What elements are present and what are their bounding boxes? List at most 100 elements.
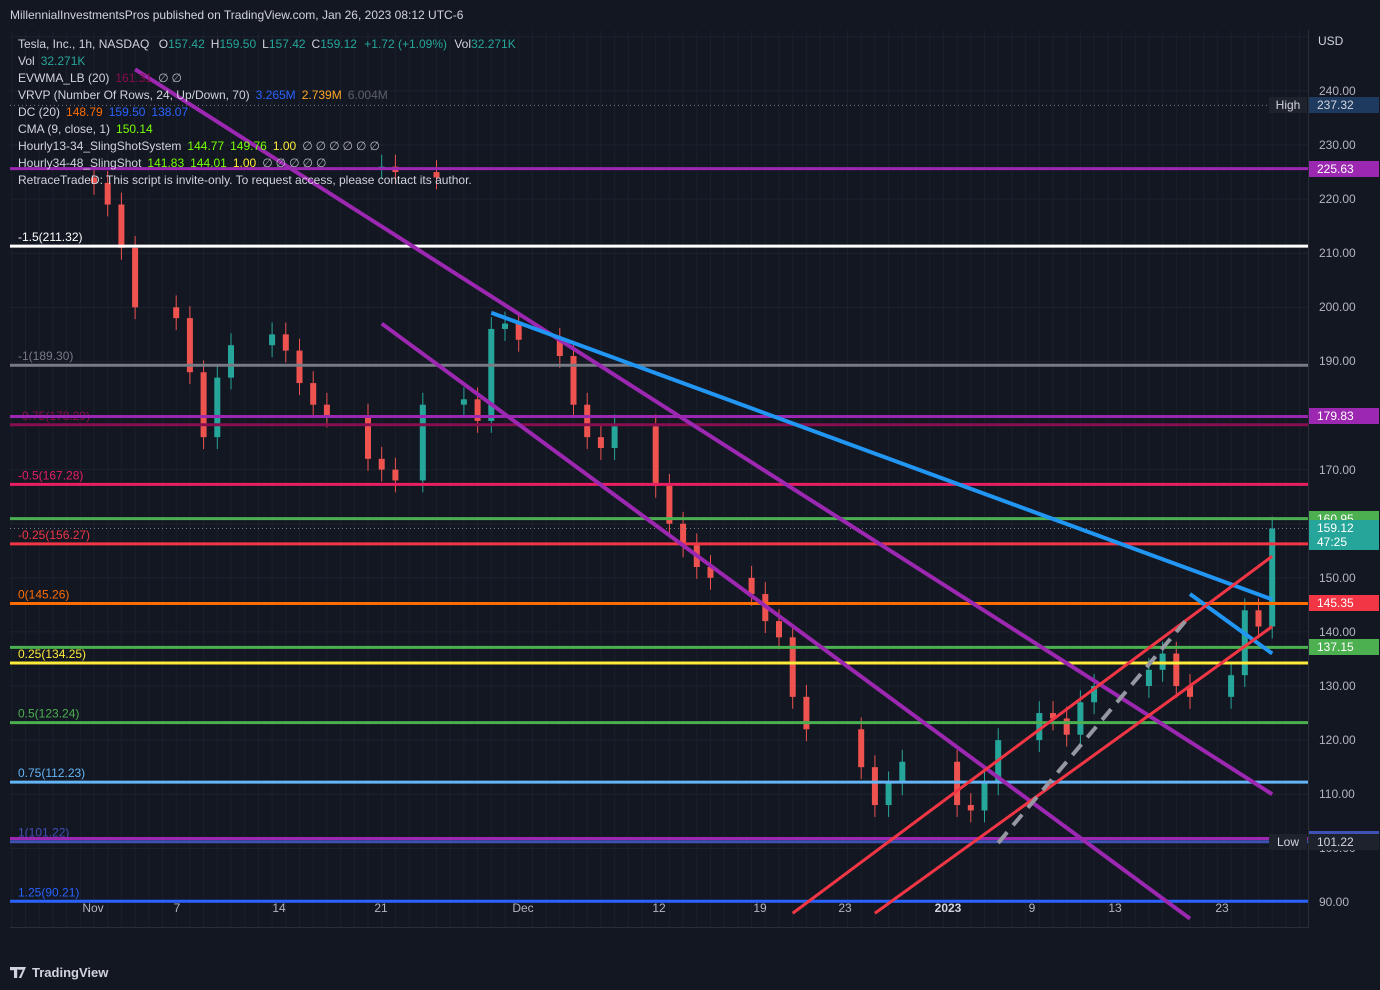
y-axis-tick-label: 130.00 — [1319, 679, 1356, 694]
candle-body — [214, 377, 221, 438]
ohlc-key: L — [262, 37, 269, 51]
fib-level-label: -1(189.30) — [18, 349, 73, 363]
x-axis-tick-label: 12 — [652, 901, 666, 915]
indicator-row[interactable]: DC (20) 148.79 159.50 138.07 — [18, 104, 516, 121]
candle-body — [118, 204, 125, 248]
indicator-row[interactable]: CMA (9, close, 1) 150.14 — [18, 121, 516, 138]
candle-body — [1255, 610, 1262, 627]
hidden-values-icon: ∅∅∅∅∅ — [262, 156, 330, 170]
trendline-purple-lower — [380, 321, 1192, 921]
indicator-name: Hourly34-48_SlingShot — [18, 156, 142, 170]
candle-body — [899, 761, 906, 784]
candle-body — [365, 415, 371, 459]
y-axis-tick-label: 220.00 — [1319, 192, 1356, 207]
y-axis-tick-label: 140.00 — [1319, 624, 1356, 639]
fib-level-label: 0.5(123.24) — [18, 707, 79, 721]
candle-body — [858, 729, 865, 768]
indicator-name: DC (20) — [18, 105, 61, 119]
indicator-row[interactable]: Hourly34-48_SlingShot 141.83 144.01 1.00 ∅∅∅… — [18, 155, 516, 172]
x-axis-tick-label: 13 — [1108, 901, 1122, 915]
indicator-row[interactable]: Vol 32.271K — [18, 53, 516, 70]
x-axis-tick-label: 21 — [374, 901, 388, 915]
candle-body — [460, 399, 467, 405]
candle-body — [310, 383, 317, 405]
indicator-value: 2.739M — [301, 88, 342, 102]
price-change: +1.72 (+1.09%) — [364, 37, 447, 51]
candle-body — [1228, 675, 1235, 697]
indicator-row[interactable]: RetraceTradeD: This script is invite-onl… — [18, 172, 516, 189]
price-tag: 101.22 — [1309, 833, 1379, 850]
indicator-value: 6.004M — [347, 88, 388, 102]
price-tag: 137.15 — [1309, 639, 1379, 656]
price-tag: 225.63 — [1309, 160, 1379, 177]
fib-level-label: 0(145.26) — [18, 587, 69, 601]
candle-body — [885, 783, 892, 806]
x-axis-tick-label: 2023 — [935, 901, 962, 915]
indicator-value: 3.265M — [255, 88, 296, 102]
ohlc-values: O157.42 H159.50 L157.42 C159.12 — [153, 37, 357, 51]
currency-label: USD — [1318, 34, 1344, 48]
x-axis-tick-label: 23 — [1215, 901, 1229, 915]
tradingview-logo-text: TradingView — [32, 965, 109, 980]
hidden-values-icon: ∅∅ — [158, 71, 185, 85]
candle-body — [803, 696, 810, 730]
trendline-red-upper — [791, 554, 1274, 915]
ohlc-key: C — [311, 37, 321, 51]
candle-body — [296, 350, 303, 384]
ohlc-value: 157.42 — [268, 37, 306, 51]
indicator-value: 144.77 — [187, 139, 225, 153]
x-axis-tick-label: Nov — [82, 901, 103, 915]
y-axis-tick-label: 90.00 — [1319, 895, 1350, 910]
candle-body — [652, 426, 659, 486]
fib-level-label: 1.25(90.21) — [18, 885, 79, 899]
candle-body — [502, 323, 508, 329]
indicator-name: Hourly13-34_SlingShotSystem — [18, 139, 182, 153]
ohlc-key: O — [158, 37, 169, 51]
y-axis-tick-label: 200.00 — [1319, 300, 1356, 315]
x-axis-tick-label: 23 — [838, 901, 852, 915]
y-axis-tick-label: 240.00 — [1319, 83, 1356, 98]
candle-body — [611, 426, 618, 448]
price-axis[interactable]: 90.00100.00110.00120.00130.00140.00150.0… — [1269, 30, 1380, 928]
candle-body — [570, 356, 577, 405]
candle-body — [1077, 702, 1084, 735]
indicator-value: 1.00 — [232, 156, 257, 170]
fib-level-label: 0.25(134.25) — [18, 647, 86, 661]
symbol-title: Tesla, Inc., 1h, NASDAQ — [18, 37, 150, 51]
candle-body — [132, 247, 139, 308]
candle-body — [269, 334, 276, 346]
x-axis-tick-label: Dec — [512, 901, 533, 915]
volume-value: 32.271K — [471, 37, 516, 51]
candle-body — [282, 334, 289, 351]
y-axis-tick-label: 170.00 — [1319, 462, 1356, 477]
x-axis-tick-label: 19 — [753, 901, 767, 915]
indicator-row[interactable]: Hourly13-34_SlingShotSystem 144.77 149.76 1… — [18, 138, 516, 155]
ohlc-value: 159.12 — [320, 37, 357, 51]
candle-body — [981, 783, 988, 811]
publish-header: MillennialInvestmentsPros published on T… — [0, 0, 1380, 30]
candle-body — [1063, 718, 1070, 735]
candle-body — [748, 577, 755, 595]
candle-body — [1173, 653, 1180, 687]
footer: TradingView — [0, 955, 1380, 990]
indicator-row[interactable]: EVWMA_LB (20) 161.31 ∅∅ — [18, 70, 516, 87]
publish-info: MillennialInvestmentsPros published on T… — [10, 8, 464, 22]
tradingview-logo[interactable]: TradingView — [10, 965, 108, 980]
y-axis-tick-label: 150.00 — [1319, 570, 1356, 585]
x-axis-tick-label: 7 — [174, 901, 181, 915]
indicator-row[interactable]: VRVP (Number Of Rows, 24, Up/Down, 70) 3.… — [18, 87, 516, 104]
fib-level-label: -0.5(167.28) — [18, 468, 83, 482]
x-axis-tick-label: 14 — [272, 901, 286, 915]
candle-body — [378, 458, 385, 470]
tradingview-logo-icon — [10, 967, 26, 978]
y-axis-tick-label: 190.00 — [1319, 354, 1356, 369]
indicator-name: CMA (9, close, 1) — [18, 122, 111, 136]
candle-body — [584, 404, 591, 438]
y-axis-tick-label: 110.00 — [1319, 787, 1355, 802]
price-tag: 145.35 — [1309, 594, 1379, 611]
trendline-blue — [490, 310, 1273, 602]
candle-body — [515, 323, 522, 340]
price-tag: 159.12 47:25 — [1309, 520, 1379, 551]
indicator-name: Vol — [18, 54, 35, 68]
symbol-legend-row[interactable]: Tesla, Inc., 1h, NASDAQ O157.42 H159.50 L1… — [18, 36, 516, 53]
